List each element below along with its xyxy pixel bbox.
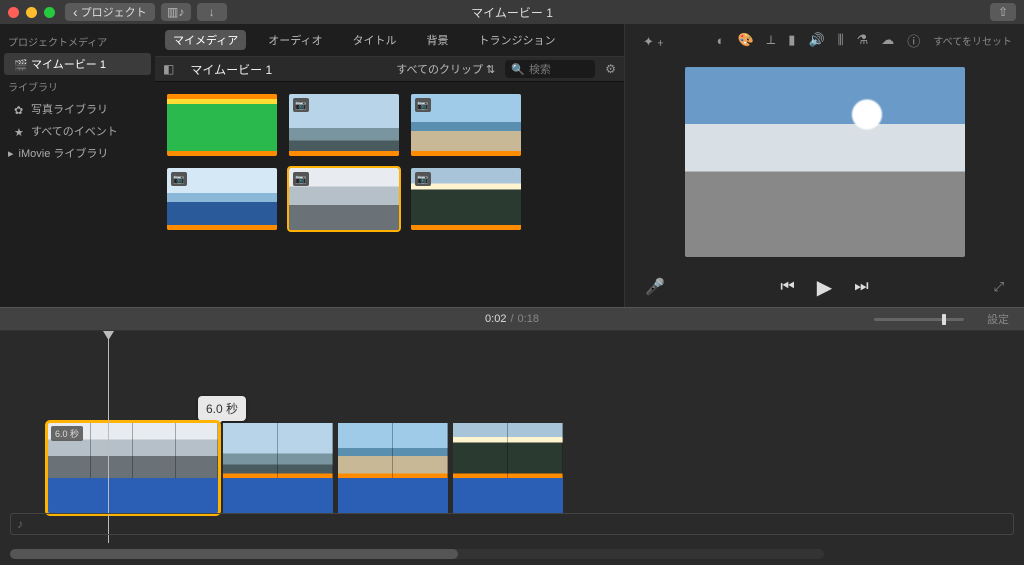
sidebar-heading-libraries: ライブラリ: [0, 75, 155, 98]
sidebar-item-photos[interactable]: ✿ 写真ライブラリ: [0, 98, 155, 120]
sidebar-item-all-events[interactable]: ★ すべてのイベント: [0, 120, 155, 142]
browser-toolbar: ◧ マイムービー 1 すべてのクリップ ⇅ 🔍 検索 ⚙: [155, 56, 624, 82]
camera-icon: 📷: [415, 98, 431, 112]
noise-reduce-icon[interactable]: ⚗: [857, 32, 869, 48]
preview-toolbar: ✦﹢ ◐ 🎨 ⟂ ▮ 🔊 ⫼ ⚗ ☁ ⓘ すべてをリセット: [625, 24, 1024, 56]
maximize-window-icon[interactable]: [44, 7, 55, 18]
clip-thumbnail[interactable]: 📷: [289, 94, 399, 156]
sidebar: プロジェクトメディア 🎬 マイムービー 1 ライブラリ ✿ 写真ライブラリ ★ …: [0, 24, 155, 307]
sidebar-heading-project-media: プロジェクトメディア: [0, 30, 155, 53]
flower-icon: ✿: [14, 104, 26, 114]
sidebar-item-my-movie[interactable]: 🎬 マイムービー 1: [4, 53, 151, 75]
clip-thumbnail[interactable]: [167, 94, 277, 156]
sidebar-item-label: iMovie ライブラリ: [19, 145, 109, 161]
tab-transitions[interactable]: トランジション: [470, 30, 563, 50]
crop-icon[interactable]: ⟂: [767, 32, 776, 48]
info-icon[interactable]: ⓘ: [907, 31, 920, 50]
playback-controls: 🎤 ⏮ ▶ ⏭ ⤢: [625, 267, 1024, 307]
search-placeholder: 検索: [529, 61, 551, 77]
music-note-icon: ♪: [17, 517, 23, 531]
disclosure-triangle-icon: ▸: [8, 147, 14, 160]
star-icon: ★: [14, 126, 26, 136]
magic-wand-icon[interactable]: ✦﹢: [643, 31, 667, 50]
camera-icon: 📷: [293, 172, 309, 186]
color-correct-icon[interactable]: 🎨: [737, 32, 753, 48]
title-bar: プロジェクト ▥♪ ↓ マイムービー 1 ⇧: [0, 0, 1024, 24]
timeline-clip[interactable]: [338, 423, 448, 513]
sidebar-item-label: すべてのイベント: [31, 123, 118, 139]
timeline-header: 0:02 / 0:18 設定: [0, 307, 1024, 331]
search-input[interactable]: 🔍 検索: [505, 60, 595, 78]
clip-filter-dropdown[interactable]: すべてのクリップ ⇅: [396, 61, 495, 77]
clip-filter-label: すべてのクリップ: [396, 61, 483, 77]
timeline-clip[interactable]: [223, 423, 333, 513]
clapperboard-icon: 🎬: [14, 59, 26, 69]
next-button[interactable]: ⏭: [854, 278, 868, 296]
total-time: 0:18: [518, 313, 539, 325]
updown-arrows-icon: ⇅: [486, 63, 495, 76]
preview-frame: [685, 67, 965, 257]
horizontal-scrollbar[interactable]: [10, 549, 824, 559]
timeline-clips: 6.0 秒: [48, 423, 563, 513]
share-button[interactable]: ⇧: [990, 3, 1016, 21]
tab-my-media[interactable]: マイメディア: [165, 30, 246, 50]
tab-backgrounds[interactable]: 背景: [418, 30, 456, 50]
clip-thumbnail[interactable]: 📷: [411, 94, 521, 156]
preview-viewer[interactable]: [625, 56, 1024, 267]
back-to-projects-button[interactable]: プロジェクト: [65, 3, 155, 21]
clips-grid: 📷 📷 📷 📷 📷: [155, 82, 624, 242]
minimize-window-icon[interactable]: [26, 7, 37, 18]
sidebar-item-label: 写真ライブラリ: [31, 101, 108, 117]
equalizer-icon[interactable]: ⫼: [838, 32, 844, 48]
speed-icon[interactable]: ☁: [881, 32, 894, 48]
play-button[interactable]: ▶: [817, 275, 832, 300]
clip-thumbnail-selected[interactable]: 📷: [289, 168, 399, 230]
tab-audio[interactable]: オーディオ: [260, 30, 330, 50]
sidebar-item-imovie-library[interactable]: ▸ iMovie ライブラリ: [0, 142, 155, 164]
fullscreen-icon[interactable]: ⤢: [994, 279, 1004, 295]
camera-icon: 📷: [293, 98, 309, 112]
media-tabs: マイメディア オーディオ タイトル 背景 トランジション: [155, 24, 624, 56]
timeline[interactable]: 6.0 秒 6.0 秒 ♪: [0, 331, 1024, 565]
sidebar-item-label: マイムービー 1: [31, 56, 106, 72]
tab-titles[interactable]: タイトル: [344, 30, 404, 50]
close-window-icon[interactable]: [8, 7, 19, 18]
search-icon: 🔍: [511, 63, 525, 76]
timeline-settings-button[interactable]: 設定: [987, 311, 1009, 327]
color-balance-icon[interactable]: ◐: [717, 33, 725, 48]
sidebar-toggle-icon[interactable]: ◧: [163, 62, 174, 76]
clip-thumbnail[interactable]: 📷: [167, 168, 277, 230]
gear-icon[interactable]: ⚙: [605, 62, 616, 76]
camera-icon: 📷: [415, 172, 431, 186]
current-time: 0:02: [485, 313, 506, 325]
reset-all-button[interactable]: すべてをリセット: [933, 33, 1012, 48]
clip-thumbnail[interactable]: 📷: [411, 168, 521, 230]
timeline-clip-selected[interactable]: 6.0 秒: [48, 423, 218, 513]
duration-tooltip: 6.0 秒: [198, 396, 246, 421]
volume-icon[interactable]: 🔊: [808, 32, 824, 48]
camera-icon: 📷: [171, 172, 187, 186]
import-button[interactable]: ↓: [197, 3, 227, 21]
layout-toggle-button[interactable]: ▥♪: [161, 3, 191, 21]
browser-project-name: マイムービー 1: [190, 61, 272, 78]
media-browser: マイメディア オーディオ タイトル 背景 トランジション ◧ マイムービー 1 …: [155, 24, 624, 307]
preview-pane: ✦﹢ ◐ 🎨 ⟂ ▮ 🔊 ⫼ ⚗ ☁ ⓘ すべてをリセット 🎤 ⏮ ▶ ⏭ ⤢: [624, 24, 1024, 307]
prev-button[interactable]: ⏮: [780, 278, 794, 296]
audio-track[interactable]: ♪: [10, 513, 1014, 535]
clip-duration-badge: 6.0 秒: [51, 426, 83, 441]
zoom-slider[interactable]: [874, 318, 964, 321]
voiceover-icon[interactable]: 🎤: [645, 277, 665, 297]
window-controls: [8, 7, 55, 18]
playhead[interactable]: [108, 331, 109, 543]
stabilize-icon[interactable]: ▮: [788, 32, 795, 48]
window-title: マイムービー 1: [471, 4, 553, 21]
timeline-clip[interactable]: [453, 423, 563, 513]
